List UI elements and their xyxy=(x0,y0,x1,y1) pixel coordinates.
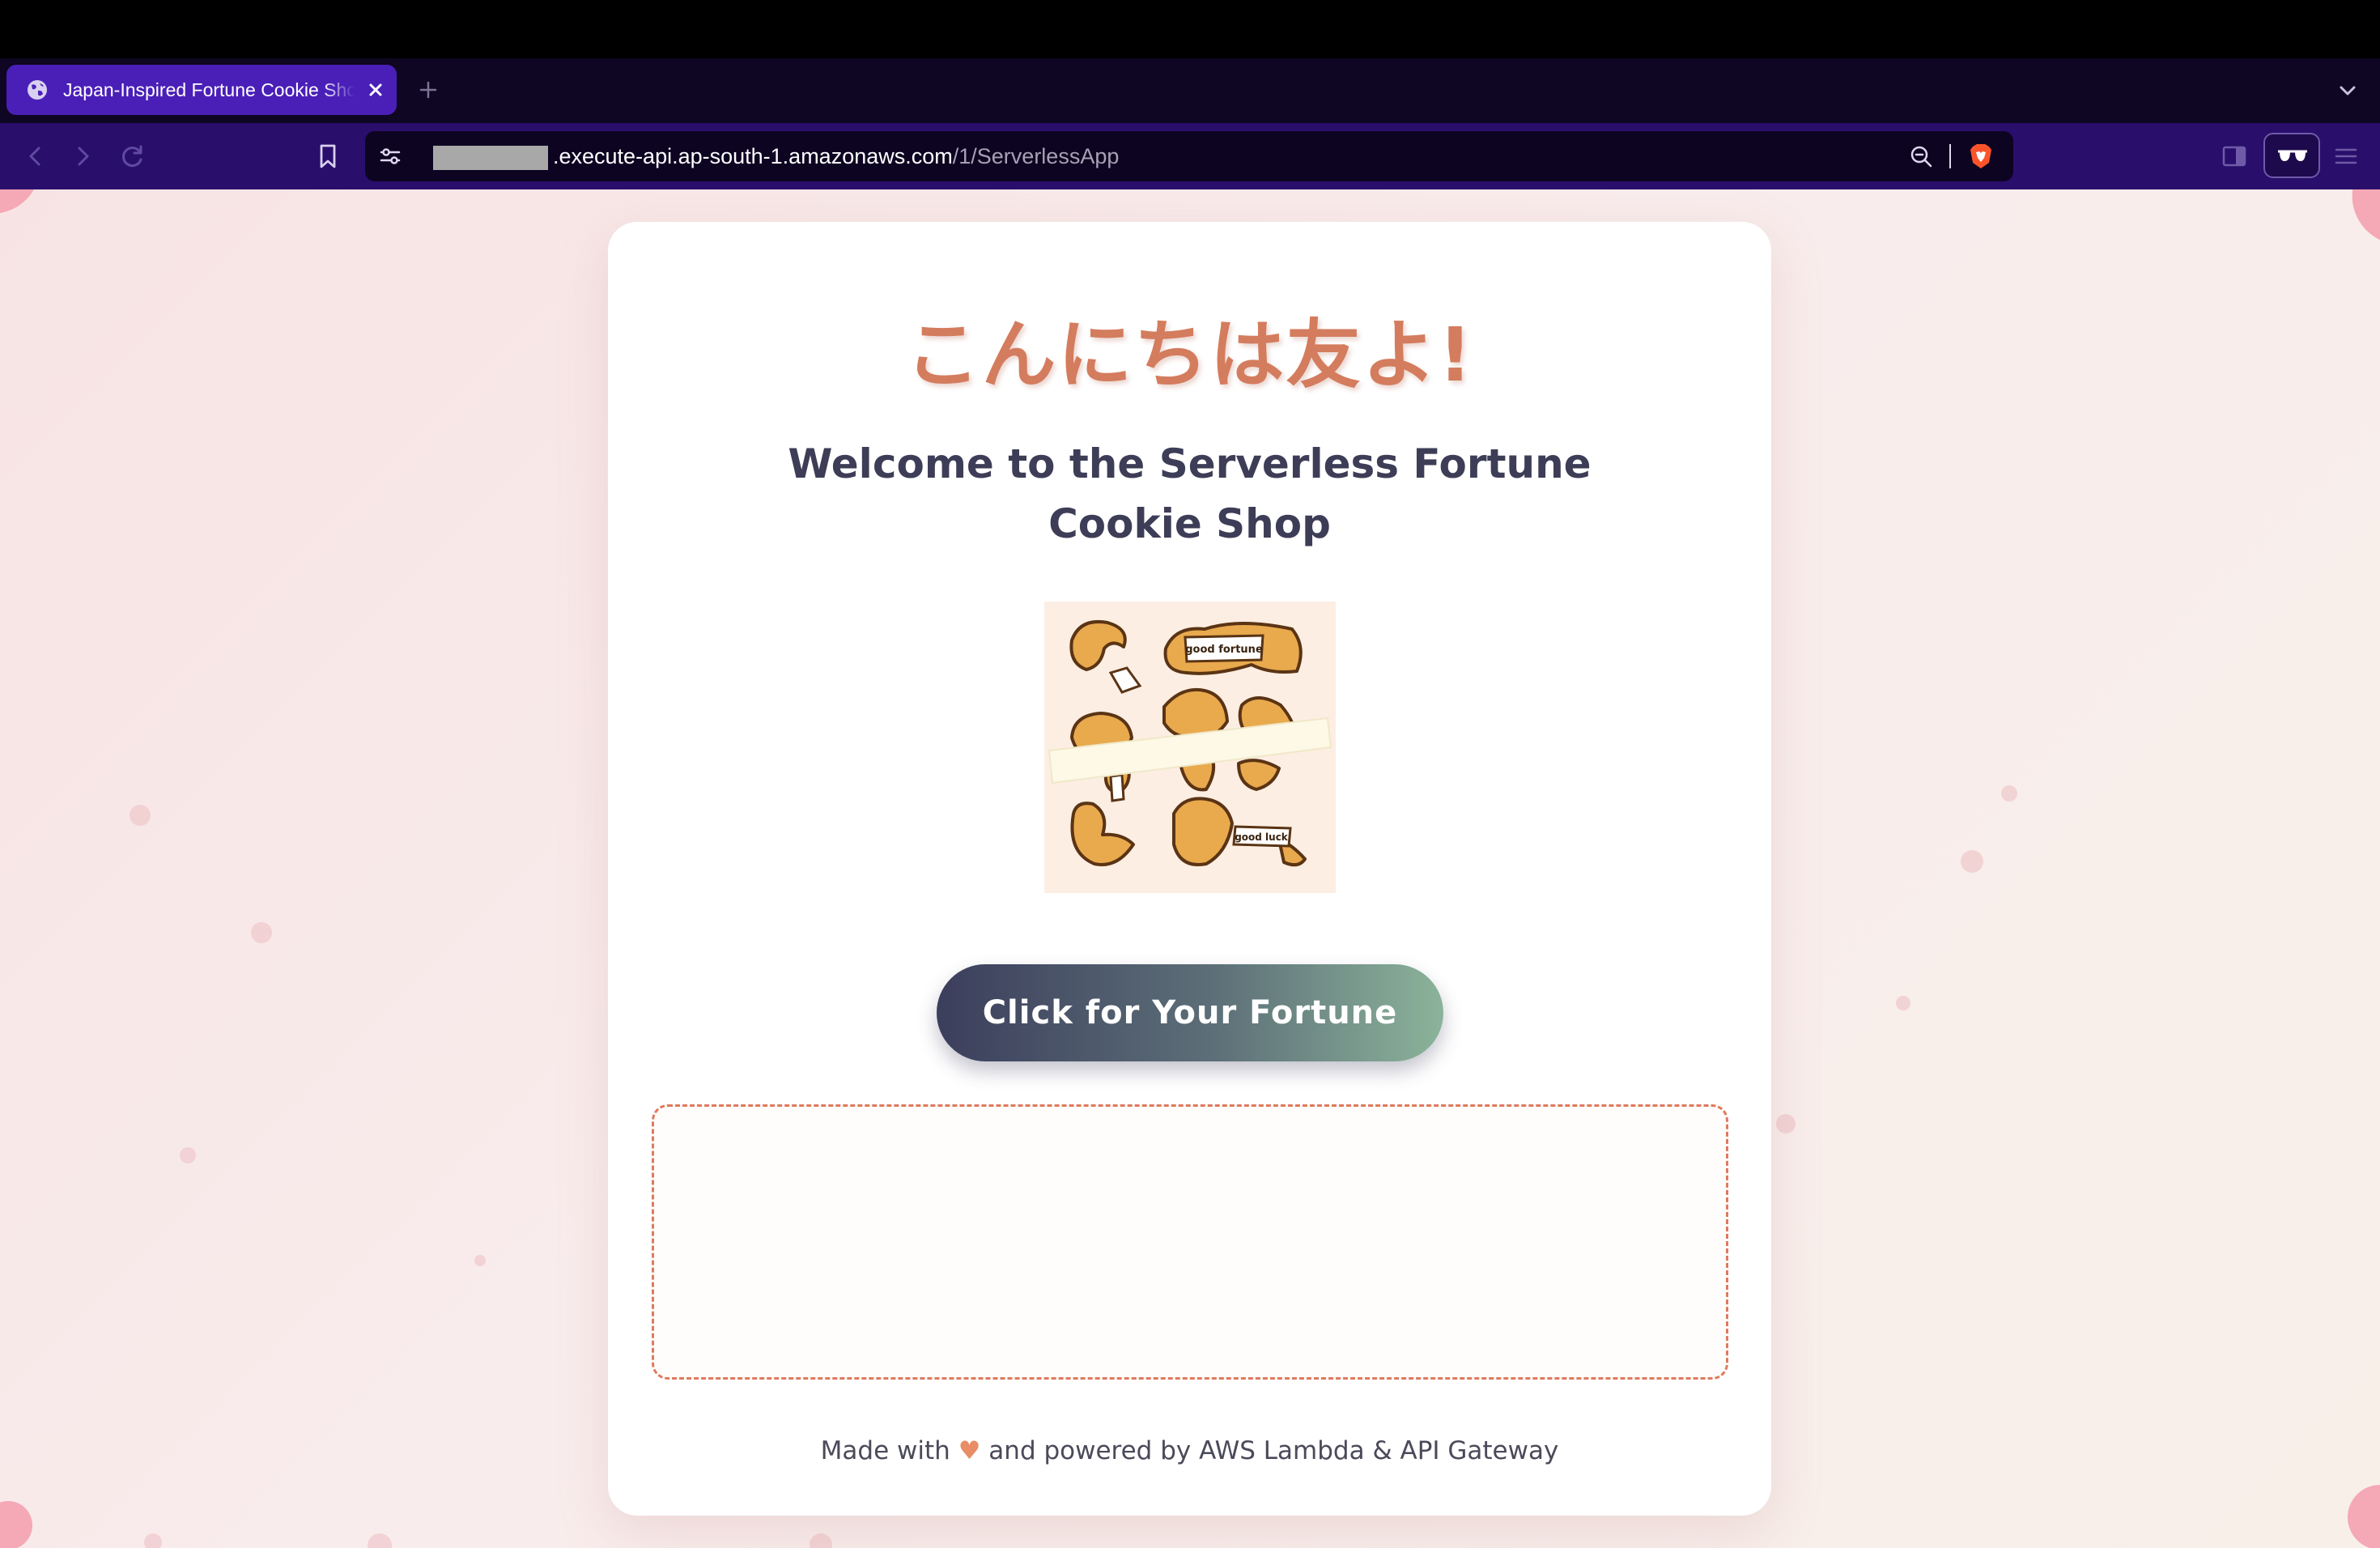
sliders-icon[interactable] xyxy=(378,144,402,168)
redacted-url-segment xyxy=(431,144,550,172)
decorative-dot xyxy=(130,805,151,826)
menu-icon[interactable] xyxy=(2330,140,2362,172)
footer-prefix: Made with xyxy=(820,1436,950,1465)
reload-icon[interactable] xyxy=(117,140,149,172)
main-card: こんにちは友よ! Welcome to the Serverless Fortu… xyxy=(608,222,1771,1516)
tab-title: Japan-Inspired Fortune Cookie Shop xyxy=(63,65,355,115)
decorative-petal xyxy=(0,1501,32,1548)
decorative-dot xyxy=(144,1533,162,1548)
decorative-dot xyxy=(180,1147,196,1163)
browser-toolbar: .execute-api.ap-south-1.amazonaws.com/1/… xyxy=(0,123,2380,189)
fortune-button[interactable]: Click for Your Fortune xyxy=(937,964,1443,1061)
shield-icon[interactable] xyxy=(1966,142,1995,171)
decorative-dot xyxy=(368,1533,392,1548)
fortune-output-box xyxy=(652,1104,1728,1380)
close-icon[interactable] xyxy=(363,77,389,103)
glasses-icon xyxy=(2278,150,2307,161)
decorative-dot xyxy=(1776,1114,1796,1133)
url-host: .execute-api.ap-south-1.amazonaws.com xyxy=(553,144,953,168)
globe-icon xyxy=(28,80,47,100)
divider xyxy=(1949,144,1951,168)
footer-suffix: and powered by AWS Lambda & API Gateway xyxy=(988,1436,1559,1465)
heart-icon: ♥ xyxy=(958,1436,981,1465)
chevron-right-icon[interactable] xyxy=(66,140,99,172)
fortune-cookies-image: good fortune good luck xyxy=(1044,602,1336,893)
tab-active[interactable]: Japan-Inspired Fortune Cookie Shop xyxy=(6,65,397,115)
decorative-petal xyxy=(2348,1485,2380,1548)
decorative-dot xyxy=(1896,996,1910,1010)
plus-icon[interactable] xyxy=(415,77,441,103)
url-path: /1/ServerlessApp xyxy=(952,144,1120,168)
reader-mode-button[interactable] xyxy=(2263,133,2320,178)
decorative-dot xyxy=(810,1533,832,1548)
os-menu-bar xyxy=(0,0,2380,58)
address-bar[interactable]: .execute-api.ap-south-1.amazonaws.com/1/… xyxy=(365,131,2013,181)
decorative-petal xyxy=(0,189,40,214)
decorative-dot xyxy=(1961,850,1983,873)
chevron-down-icon[interactable] xyxy=(2335,78,2361,104)
sidebar-icon[interactable] xyxy=(2218,140,2250,172)
decorative-petal xyxy=(2338,189,2380,248)
footer-credit: Made with ♥ and powered by AWS Lambda & … xyxy=(608,1436,1771,1465)
bookmark-icon[interactable] xyxy=(312,140,344,172)
page-viewport: こんにちは友よ! Welcome to the Serverless Fortu… xyxy=(0,189,2380,1548)
paper-label-bottom: good luck xyxy=(1235,831,1289,843)
greeting-title: こんにちは友よ! xyxy=(905,312,1474,398)
decorative-dot xyxy=(251,922,272,943)
url-text: .execute-api.ap-south-1.amazonaws.com/1/… xyxy=(553,131,1119,181)
chevron-left-icon[interactable] xyxy=(19,140,52,172)
zoom-icon[interactable] xyxy=(1908,143,1934,169)
paper-label-top: good fortune xyxy=(1185,644,1263,656)
tab-strip: Japan-Inspired Fortune Cookie Shop xyxy=(0,58,2380,123)
decorative-dot xyxy=(2001,785,2017,802)
decorative-dot xyxy=(474,1255,486,1266)
welcome-heading: Welcome to the Serverless Fortune Cookie… xyxy=(788,440,1592,547)
